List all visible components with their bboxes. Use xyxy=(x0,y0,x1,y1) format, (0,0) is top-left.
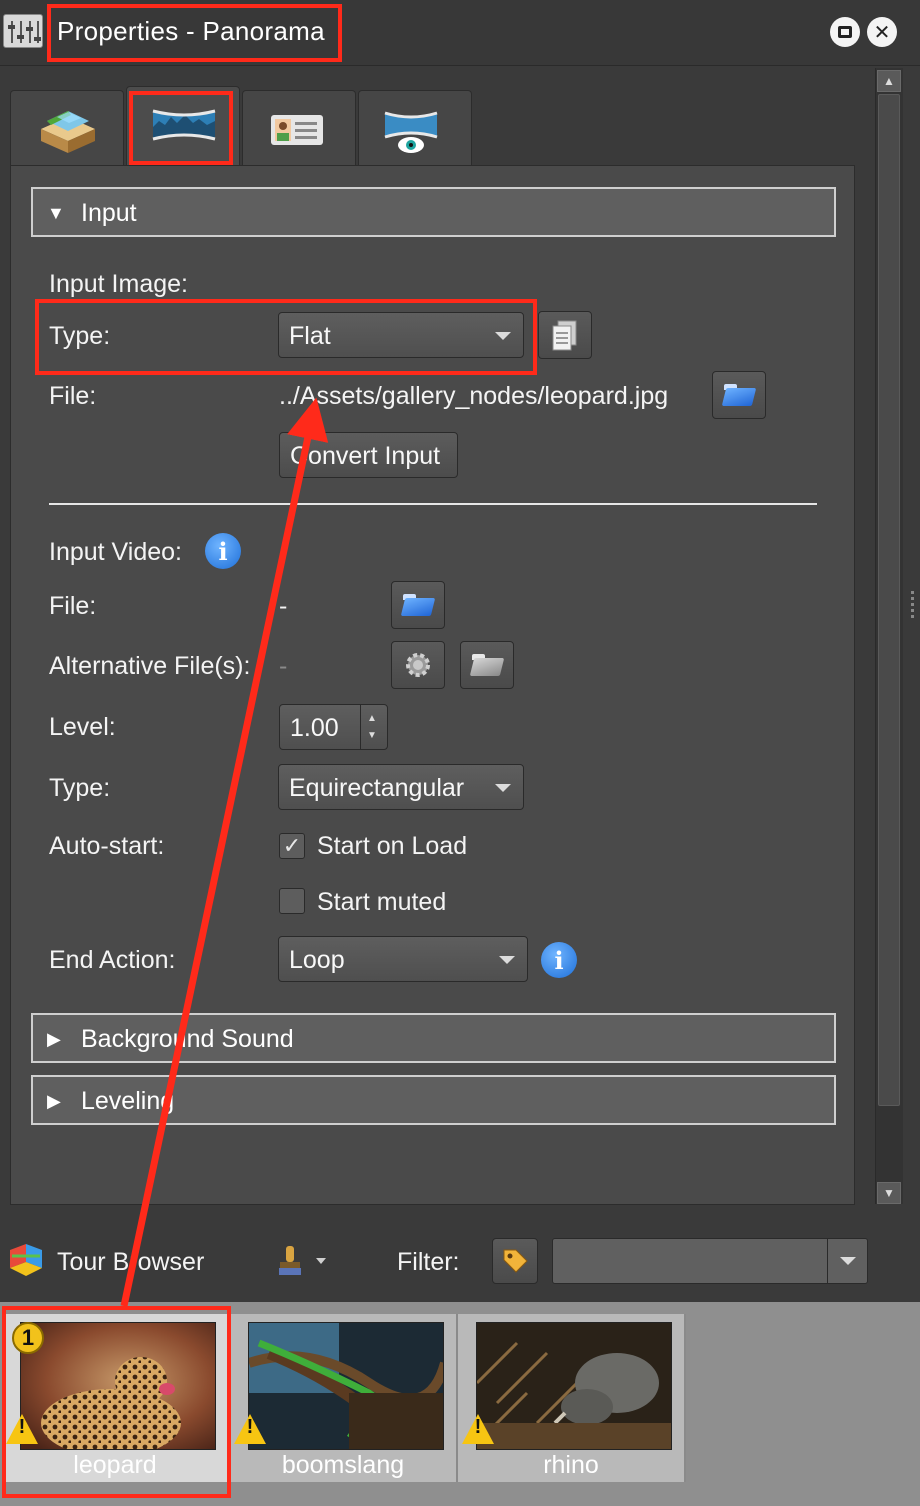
input-image-heading: Input Image: xyxy=(49,270,188,298)
scroll-down-button[interactable]: ▼ xyxy=(877,1182,901,1204)
tag-icon xyxy=(503,1249,528,1273)
image-file-path: ../Assets/gallery_nodes/leopard.jpg xyxy=(279,382,669,410)
documents-icon xyxy=(552,320,577,351)
stamp-menu-button[interactable] xyxy=(276,1242,332,1282)
image-file-label: File: xyxy=(49,382,97,410)
scrollbar-thumb[interactable] xyxy=(878,94,900,1106)
section-leveling-header[interactable]: ▶ Leveling xyxy=(31,1075,836,1125)
convert-input-button[interactable]: Convert Input xyxy=(279,432,458,478)
tab-user-data[interactable] xyxy=(242,90,356,166)
panel-resize-grip[interactable] xyxy=(909,588,917,624)
tour-browser-icon xyxy=(10,1244,42,1276)
user-card-icon xyxy=(271,115,323,145)
float-window-button[interactable] xyxy=(830,17,860,47)
end-action-label: End Action: xyxy=(49,946,176,974)
folder-open-icon xyxy=(403,594,433,616)
end-action-dropdown[interactable]: Loop xyxy=(278,936,528,982)
browse-alternative-files-button[interactable] xyxy=(460,641,514,689)
folder-open-icon xyxy=(724,384,754,406)
browse-video-button[interactable] xyxy=(391,581,445,629)
alternative-files-label: Alternative File(s): xyxy=(49,652,251,680)
video-type-label: Type: xyxy=(49,774,111,802)
video-file-value: - xyxy=(279,592,288,620)
chevron-down-icon[interactable] xyxy=(840,1257,856,1265)
level-spinbox[interactable]: 1.00 ▲ ▼ xyxy=(279,704,388,750)
annotation-highlight-type xyxy=(35,299,537,375)
info-icon[interactable]: i xyxy=(541,942,577,978)
alternative-files-settings-button[interactable] xyxy=(391,641,445,689)
section-input-header[interactable]: ▼ Input xyxy=(31,187,836,237)
tour-browser-title: Tour Browser xyxy=(57,1248,205,1276)
spin-up-icon[interactable]: ▲ xyxy=(367,713,377,724)
annotation-highlight-title xyxy=(47,4,342,62)
start-muted-checkbox[interactable] xyxy=(279,888,305,914)
scroll-up-button[interactable]: ▲ xyxy=(877,70,901,92)
close-button[interactable]: ✕ xyxy=(867,17,897,47)
tab-tour[interactable] xyxy=(10,90,124,166)
chevron-down-icon xyxy=(499,956,515,964)
filter-tag-button[interactable] xyxy=(492,1238,538,1284)
section-divider xyxy=(49,503,817,505)
node-thumbnail-rhino[interactable]: ! rhino xyxy=(458,1314,686,1482)
tab-viewing-parameters[interactable] xyxy=(358,90,472,166)
input-video-heading: Input Video: xyxy=(49,538,182,566)
expand-arrow-icon: ▶ xyxy=(47,1091,61,1111)
boomslang-image xyxy=(248,1322,444,1450)
restore-icon xyxy=(838,26,852,38)
tour-icon xyxy=(41,111,95,153)
video-file-label: File: xyxy=(49,592,97,620)
rhino-image xyxy=(476,1322,672,1450)
annotation-highlight-leopard xyxy=(2,1306,231,1498)
info-icon[interactable]: i xyxy=(205,533,241,569)
browse-image-button[interactable] xyxy=(712,371,766,419)
annotation-highlight-tab xyxy=(129,91,233,165)
stamp-icon xyxy=(279,1246,326,1275)
gear-icon xyxy=(406,653,430,677)
section-background-sound-header[interactable]: ▶ Background Sound xyxy=(31,1013,836,1063)
node-name: boomslang xyxy=(281,1451,405,1479)
filter-label: Filter: xyxy=(397,1248,460,1276)
section-background-sound-label: Background Sound xyxy=(81,1025,294,1053)
node-thumbnail-boomslang[interactable]: ! boomslang xyxy=(230,1314,458,1482)
autostart-label: Auto-start: xyxy=(49,832,165,860)
section-input-label: Input xyxy=(81,199,137,227)
start-muted-label: Start muted xyxy=(317,888,447,916)
level-label: Level: xyxy=(49,713,116,741)
alternative-files-value: - xyxy=(279,652,288,680)
folder-open-icon xyxy=(472,654,502,676)
close-icon: ✕ xyxy=(873,21,891,44)
node-name: rhino xyxy=(543,1451,599,1479)
start-on-load-checkbox[interactable]: ✓ xyxy=(279,833,305,859)
expand-arrow-icon: ▼ xyxy=(47,203,65,223)
view-eye-icon xyxy=(384,111,438,153)
spin-down-icon[interactable]: ▼ xyxy=(367,730,377,741)
section-leveling-label: Leveling xyxy=(81,1087,175,1115)
expand-arrow-icon: ▶ xyxy=(47,1029,61,1049)
video-type-dropdown[interactable]: Equirectangular xyxy=(278,764,524,810)
copy-image-button[interactable] xyxy=(538,311,592,359)
properties-panel-icon xyxy=(3,14,43,48)
filter-input[interactable] xyxy=(552,1238,868,1284)
start-on-load-label: Start on Load xyxy=(317,832,468,860)
chevron-down-icon xyxy=(495,784,511,792)
